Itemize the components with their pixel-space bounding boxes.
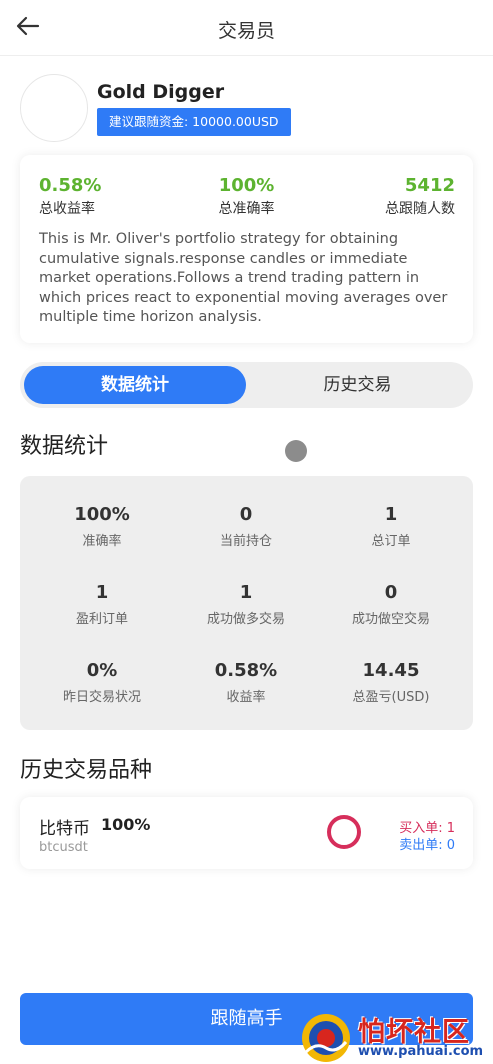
stat-label: 成功做多交易 (206, 612, 285, 627)
followers-stat: 5412 总跟随人数 (385, 175, 455, 218)
stat-accuracy: 100% 准确率 (27, 504, 177, 549)
stat-value: 100% (74, 504, 130, 525)
stat-label: 准确率 (82, 534, 122, 549)
stat-label: 昨日交易状况 (62, 690, 141, 705)
stat-label: 盈利订单 (75, 612, 128, 627)
stat-value: 1 (95, 582, 109, 603)
stat-value: 14.45 (362, 660, 420, 681)
stat-value: 0.58% (214, 660, 278, 681)
stat-value: 1 (239, 582, 253, 603)
stat-label: 当前持仓 (219, 534, 272, 549)
header: 交易员 (0, 0, 493, 56)
tab-statistics[interactable]: 数据统计 (24, 366, 246, 404)
stat-total-orders: 1 总订单 (316, 504, 466, 549)
touch-indicator-dot (285, 440, 307, 462)
list-item[interactable]: 比特币 100% btcusdt 买入单: 1 卖出单: 0 (20, 797, 473, 869)
stat-value: 1 (384, 504, 398, 525)
avatar (20, 74, 88, 142)
stat-value: 0 (239, 504, 253, 525)
stat-label: 收益率 (226, 690, 266, 705)
watermark: 怕坏社区 www.pahuai.com (300, 1008, 493, 1064)
watermark-url: www.pahuai.com (358, 1044, 484, 1059)
stat-label: 总盈亏(USD) (352, 690, 430, 705)
stat-total-pnl: 14.45 总盈亏(USD) (316, 660, 466, 705)
coin-percent: 100% (101, 815, 151, 834)
history-title: 历史交易品种 (20, 758, 153, 783)
stat-short-success: 0 成功做空交易 (316, 582, 466, 627)
stat-long-success: 1 成功做多交易 (171, 582, 321, 627)
stat-profit-orders: 1 盈利订单 (27, 582, 177, 627)
stat-return-rate: 0.58% 收益率 (171, 660, 321, 705)
stat-yesterday: 0% 昨日交易状况 (27, 660, 177, 705)
tab-bar: 数据统计 历史交易 (20, 362, 473, 408)
stat-value: 0% (86, 660, 118, 681)
stat-label: 总订单 (371, 534, 411, 549)
sell-orders-count: 卖出单: 0 (399, 838, 455, 853)
coin-name: 比特币 (39, 819, 90, 839)
followers-label: 总跟随人数 (385, 201, 455, 217)
stat-value: 0 (384, 582, 398, 603)
watermark-logo-icon (302, 1014, 350, 1062)
page-title: 交易员 (217, 20, 275, 42)
follow-funds-badge: 建议跟随资金: 10000.00USD (97, 108, 291, 136)
summary-card: 0.58% 总收益率 100% 总准确率 5412 总跟随人数 This is … (20, 155, 473, 343)
stat-open-positions: 0 当前持仓 (171, 504, 321, 549)
strategy-description: This is Mr. Oliver's portfolio strategy … (39, 231, 448, 325)
statistics-title: 数据统计 (20, 434, 109, 459)
statistics-grid: 100% 准确率 0 当前持仓 1 总订单 1 盈利订单 1 成功做多交易 0 … (20, 476, 473, 730)
ratio-ring-icon (327, 815, 361, 849)
tab-history[interactable]: 历史交易 (246, 366, 469, 404)
followers-value: 5412 (404, 175, 455, 196)
trader-name: Gold Digger (97, 81, 225, 103)
stat-label: 成功做空交易 (351, 612, 430, 627)
coin-symbol: btcusdt (39, 840, 88, 855)
